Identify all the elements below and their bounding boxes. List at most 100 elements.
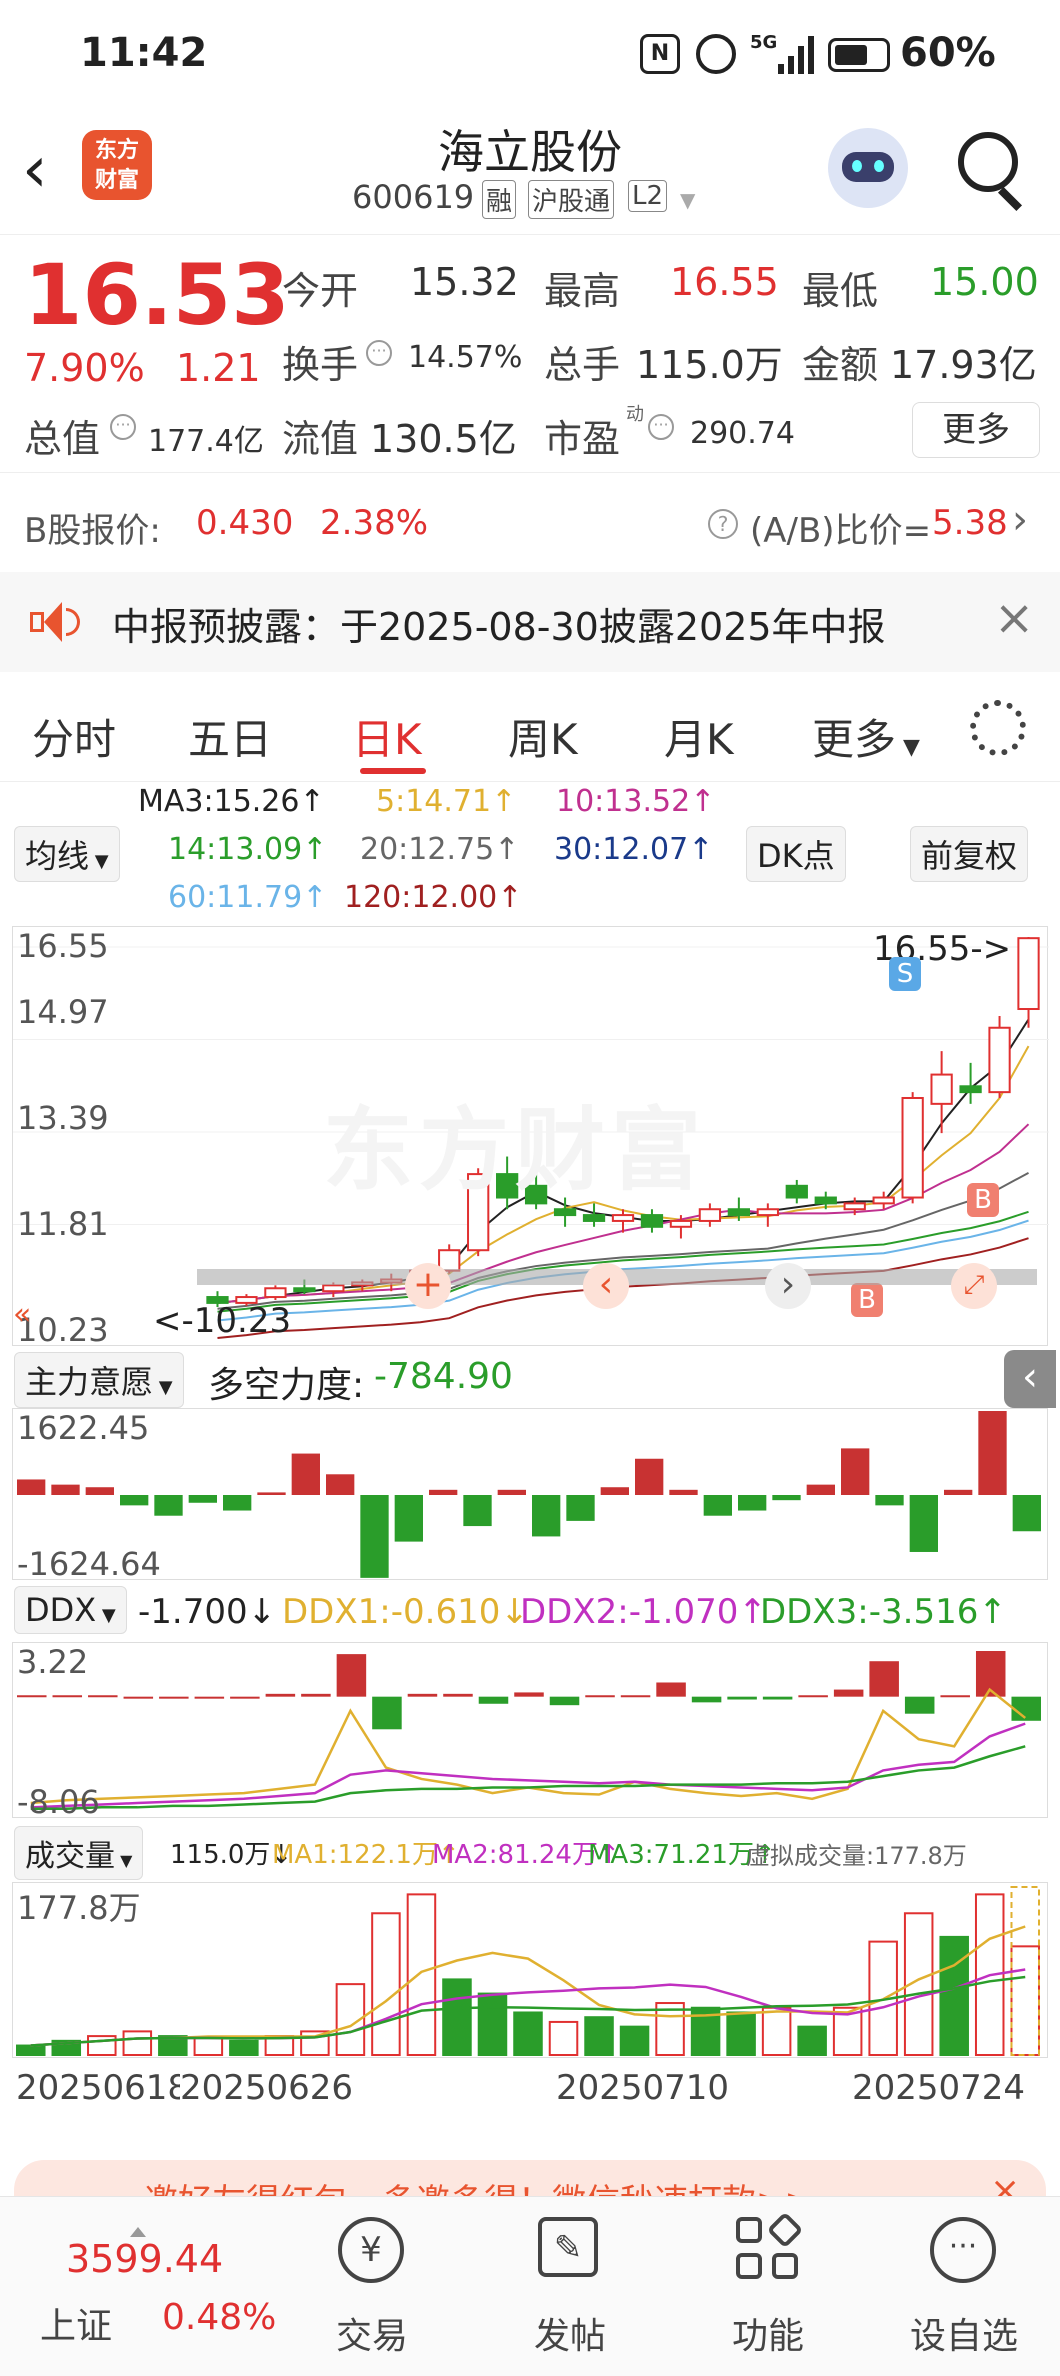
ddx-bar — [798, 1695, 828, 1698]
help-icon[interactable]: ? — [708, 509, 738, 539]
indicator-selector[interactable]: 主力意愿 ▼ — [14, 1352, 184, 1408]
volume-bar — [939, 1935, 969, 2056]
more-dots-icon[interactable]: ··· — [930, 2217, 996, 2283]
nav-trade[interactable]: 交易 — [302, 2307, 442, 2359]
buy-signal-badge[interactable]: B — [967, 1183, 999, 1217]
back-icon[interactable]: ‹ — [22, 130, 72, 210]
ab-ratio-value[interactable]: 5.38 — [932, 503, 1008, 543]
search-icon-handle — [997, 186, 1023, 212]
prev-icon[interactable]: ‹ — [583, 1263, 629, 1309]
notice-banner[interactable]: 中报预披露：于2025-08-30披露2025年中报 × — [0, 572, 1060, 672]
network-type: 5G — [750, 32, 778, 53]
tab-more[interactable]: 更多 ▼ — [812, 706, 920, 767]
ddx-bar — [585, 1695, 615, 1698]
double-left-icon[interactable]: « — [13, 1297, 57, 1341]
volume-bar — [619, 2025, 650, 2057]
volume-bar — [371, 1912, 401, 2057]
candle-body — [727, 1208, 750, 1217]
ddx-selector[interactable]: DDX ▼ — [14, 1586, 127, 1634]
nav-functions[interactable]: 功能 — [698, 2307, 838, 2359]
ma14-value: 14:13.09↑ — [168, 832, 328, 867]
buy-signal-badge[interactable]: B — [851, 1283, 883, 1317]
active-tab-indicator — [360, 768, 426, 774]
force-y-max: 1622.45 — [17, 1409, 150, 1447]
candle-body — [611, 1214, 635, 1222]
more-button[interactable]: 更多 — [912, 402, 1040, 458]
status-bar: 11:42 N 5G 60% — [0, 0, 1060, 110]
candle-body — [264, 1287, 287, 1299]
ddx-bar — [336, 1654, 367, 1697]
settings-gear-icon[interactable] — [970, 700, 1026, 756]
ddx-bar — [904, 1696, 935, 1714]
search-icon[interactable] — [958, 132, 1018, 192]
volume-selector[interactable]: 成交量 ▼ — [14, 1826, 144, 1880]
force-bar — [909, 1495, 938, 1552]
ddx-bar — [514, 1692, 544, 1697]
volume-bar — [16, 2044, 46, 2056]
trade-icon[interactable]: ¥ — [338, 2217, 404, 2283]
sell-signal-badge[interactable]: S — [889, 957, 921, 991]
volume-chart[interactable]: 177.8万 — [12, 1882, 1048, 2058]
ma30-value: 30:12.07↑ — [554, 832, 714, 867]
ddx-bar — [691, 1696, 722, 1703]
ma10-value: 10:13.52↑ — [556, 784, 716, 819]
ddx-bar — [88, 1695, 118, 1698]
tab-daily-k[interactable]: 日K — [352, 706, 422, 767]
next-icon[interactable]: › — [765, 1263, 811, 1309]
ma20-value: 20:12.75↑ — [360, 832, 520, 867]
info-icon[interactable]: ··· — [110, 414, 136, 440]
battery-icon — [828, 38, 890, 72]
amount-value: 17.93亿 — [890, 343, 1037, 387]
index-pct[interactable]: 0.48% — [162, 2297, 276, 2338]
zoom-in-icon[interactable]: + — [405, 1263, 451, 1309]
last-price: 16.53 — [24, 246, 290, 344]
index-name[interactable]: 上证 — [40, 2297, 112, 2349]
info-icon[interactable]: ··· — [366, 340, 392, 366]
ddx3-value: DDX3:-3.516↑ — [760, 1592, 1007, 1632]
force-chart[interactable]: 1622.45 -1624.64 — [12, 1408, 1048, 1583]
low-value: 15.00 — [930, 260, 1039, 304]
ma-selector[interactable]: 均线 ▼ — [14, 826, 120, 882]
notice-text: 中报预披露：于2025-08-30披露2025年中报 — [112, 605, 886, 649]
tab-monthly-k[interactable]: 月K — [664, 706, 734, 767]
y-label-4: 11.81 — [17, 1205, 109, 1243]
info-icon[interactable]: ··· — [648, 414, 674, 440]
edit-icon[interactable]: ✎ — [538, 2217, 598, 2277]
grid-icon[interactable] — [736, 2211, 804, 2281]
change-pct: 7.90% — [24, 346, 145, 390]
dk-point-button[interactable]: DK点 — [746, 826, 846, 882]
ab-ratio-label[interactable]: (A/B)比价= — [750, 503, 931, 552]
tab-five-day[interactable]: 五日 — [188, 706, 272, 767]
ddx-value: -1.700↓ — [138, 1592, 277, 1632]
force-bar — [600, 1487, 629, 1495]
side-panel-toggle[interactable]: ‹ — [1004, 1350, 1056, 1408]
chevron-right-icon[interactable]: › — [1012, 497, 1028, 543]
tab-intraday[interactable]: 分时 — [32, 706, 116, 767]
force-bar — [944, 1489, 973, 1495]
nav-post[interactable]: 发帖 — [500, 2307, 640, 2359]
tab-weekly-k[interactable]: 周K — [508, 706, 578, 767]
float-value: 130.5亿 — [370, 417, 517, 461]
volume-bar — [726, 2011, 756, 2056]
candle-body — [669, 1219, 693, 1228]
candle-body — [698, 1208, 722, 1222]
volume-selector-label: 成交量 — [25, 1839, 115, 1874]
ddx-bar — [301, 1693, 331, 1697]
ddx-bar — [407, 1693, 438, 1697]
adjust-mode-button[interactable]: 前复权 — [910, 826, 1029, 882]
robot-assistant-icon[interactable] — [828, 128, 908, 208]
chevron-down-icon[interactable]: ▼ — [680, 188, 695, 212]
ddx-bar — [940, 1695, 970, 1698]
high-value: 16.55 — [670, 260, 779, 304]
open-value: 15.32 — [410, 260, 519, 304]
nav-add-watchlist[interactable]: 设自选 — [894, 2307, 1034, 2359]
volume-bar — [122, 2030, 153, 2057]
fullscreen-icon[interactable]: ⤢ — [951, 1263, 997, 1309]
kline-chart[interactable]: 16.55 14.97 13.39 11.81 10.23 16.55-> <-… — [12, 926, 1049, 1349]
ddx-chart[interactable]: 3.22 -8.06 — [12, 1642, 1048, 1821]
index-value[interactable]: 3599.44 — [66, 2237, 223, 2281]
close-icon[interactable]: × — [994, 590, 1034, 646]
y-label-3: 13.39 — [17, 1099, 109, 1137]
watermark: 东方财富 — [323, 1098, 707, 1203]
force-bar — [841, 1448, 870, 1495]
